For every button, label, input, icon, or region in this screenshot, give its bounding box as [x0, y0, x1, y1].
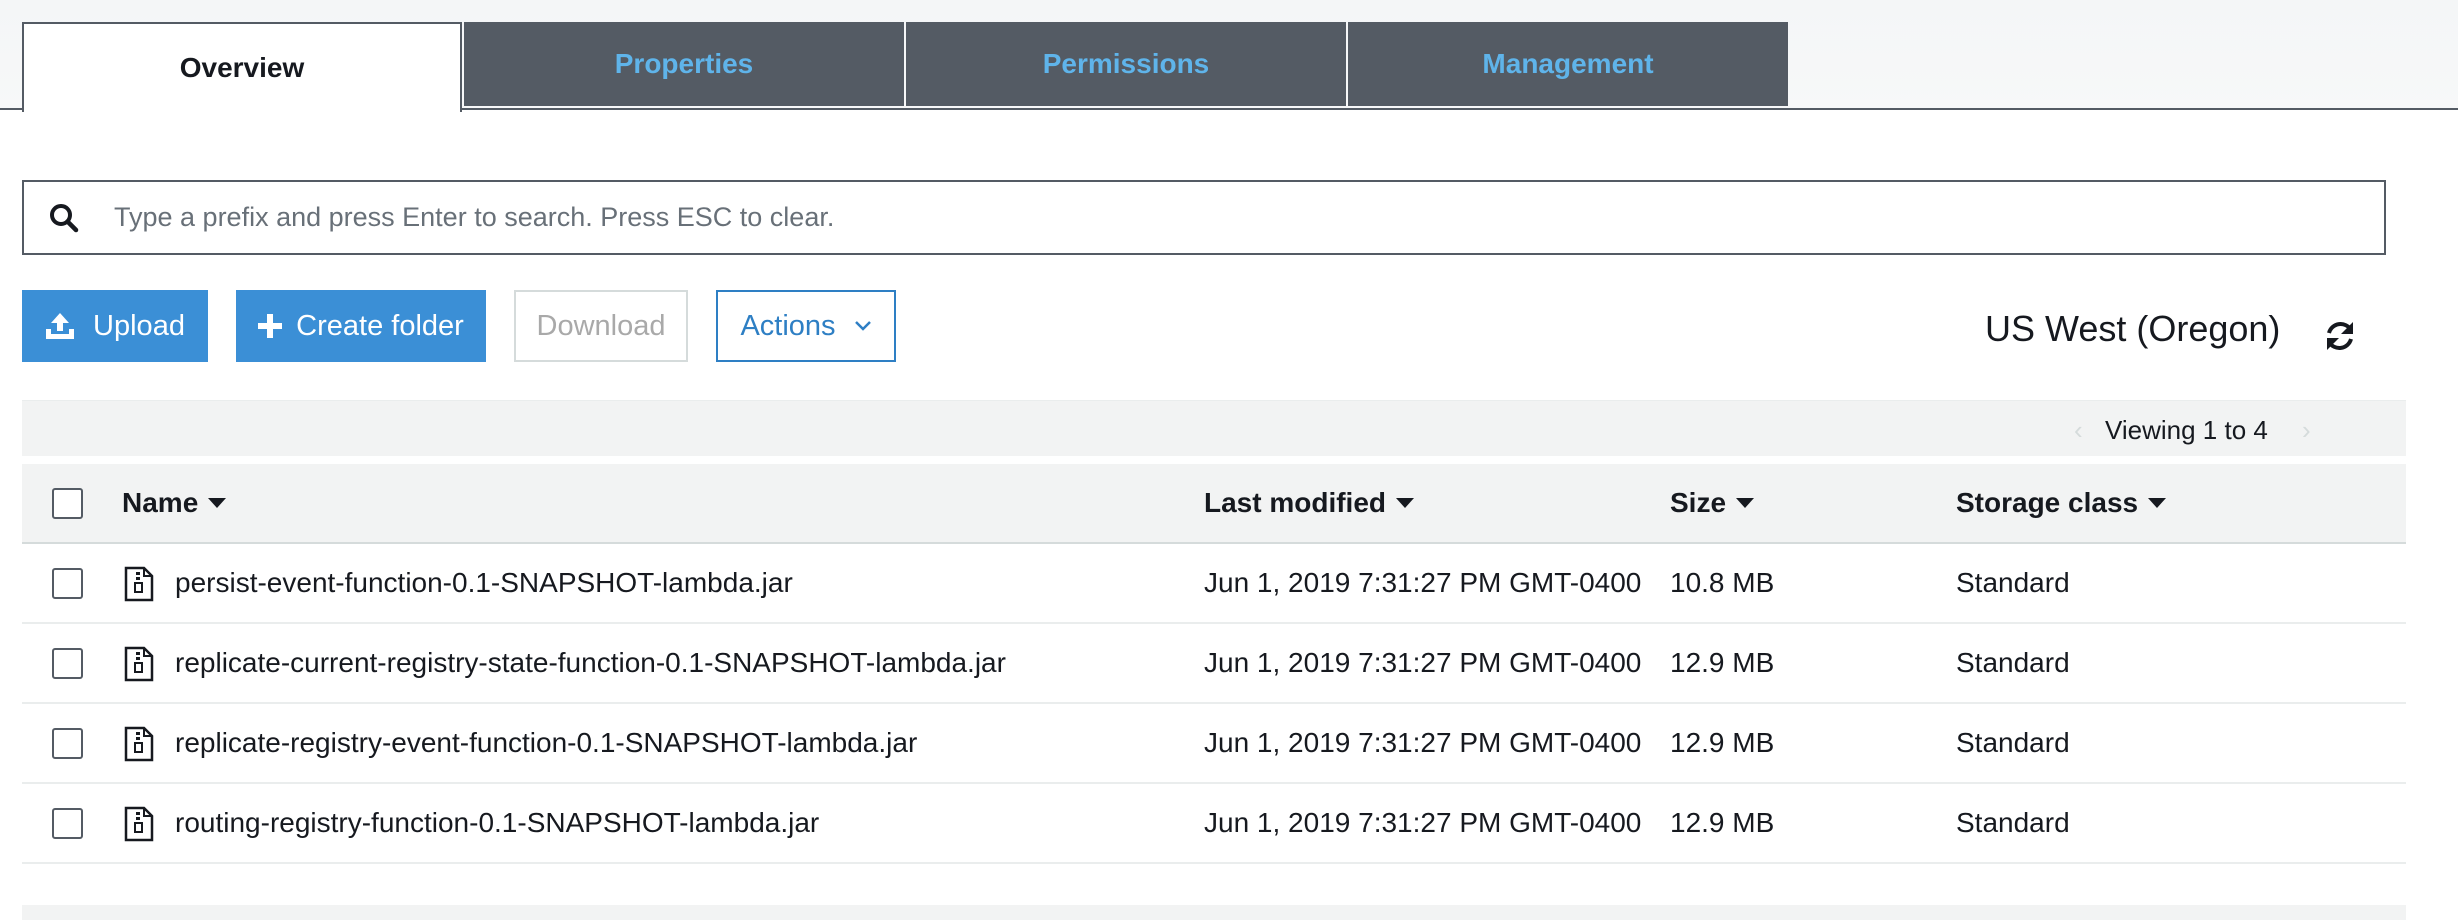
region-label: US West (Oregon)	[1985, 308, 2281, 349]
tab-management[interactable]: Management	[1348, 22, 1788, 106]
zip-file-icon	[124, 726, 154, 762]
zip-file-icon	[124, 806, 154, 842]
last-modified-cell: Jun 1, 2019 7:31:27 PM GMT-0400	[1204, 567, 1642, 598]
create-folder-button[interactable]: Create folder	[236, 290, 486, 362]
pagination-label: Viewing 1 to 4	[2105, 415, 2268, 445]
column-header-name-label: Name	[122, 487, 199, 518]
tab-properties-label: Properties	[614, 48, 754, 79]
search-bar[interactable]	[22, 180, 2386, 255]
sort-caret-icon	[2148, 498, 2167, 508]
s3-bucket-page: Overview Properties Permissions Manageme…	[0, 0, 2458, 920]
download-button-label: Download	[536, 309, 666, 342]
plus-icon	[258, 314, 283, 338]
chevron-down-icon	[854, 320, 872, 332]
refresh-icon[interactable]	[2320, 316, 2360, 356]
row-checkbox[interactable]	[52, 648, 83, 679]
column-header-storage-class-label: Storage class	[1956, 487, 2139, 518]
sort-caret-icon	[1736, 498, 1755, 508]
storage-class-cell: Standard	[1956, 807, 2070, 838]
table-row[interactable]: routing-registry-function-0.1-SNAPSHOT-l…	[22, 784, 2406, 864]
column-header-size[interactable]: Size	[1670, 487, 1755, 519]
actions-dropdown[interactable]: Actions	[716, 290, 896, 362]
size-cell: 12.9 MB	[1670, 647, 1775, 678]
size-cell: 12.9 MB	[1670, 807, 1775, 838]
tab-strip: Overview Properties Permissions Manageme…	[0, 0, 2458, 112]
zip-file-icon	[124, 566, 154, 602]
last-modified-cell: Jun 1, 2019 7:31:27 PM GMT-0400	[1204, 647, 1642, 678]
table-footer	[22, 905, 2406, 920]
tab-permissions[interactable]: Permissions	[906, 22, 1346, 106]
file-name-link[interactable]: replicate-current-registry-state-functio…	[175, 647, 1006, 679]
upload-button[interactable]: Upload	[22, 290, 208, 362]
column-header-size-label: Size	[1670, 487, 1727, 518]
last-modified-cell: Jun 1, 2019 7:31:27 PM GMT-0400	[1204, 807, 1642, 838]
next-page-button[interactable]: ›	[2302, 415, 2311, 446]
storage-class-cell: Standard	[1956, 567, 2070, 598]
zip-file-icon	[124, 646, 154, 682]
file-name-link[interactable]: routing-registry-function-0.1-SNAPSHOT-l…	[175, 807, 819, 839]
size-cell: 10.8 MB	[1670, 567, 1775, 598]
tab-overview-label: Overview	[179, 52, 305, 83]
row-checkbox[interactable]	[52, 568, 83, 599]
table-row[interactable]: persist-event-function-0.1-SNAPSHOT-lamb…	[22, 544, 2406, 624]
actions-dropdown-label: Actions	[740, 309, 836, 342]
column-header-storage-class[interactable]: Storage class	[1956, 487, 2167, 519]
tab-properties[interactable]: Properties	[464, 22, 904, 106]
search-icon	[24, 202, 104, 234]
sort-caret-icon	[208, 498, 227, 508]
file-name-link[interactable]: persist-event-function-0.1-SNAPSHOT-lamb…	[175, 567, 793, 599]
search-input[interactable]	[104, 187, 2384, 248]
tab-overview[interactable]: Overview	[22, 22, 462, 112]
size-cell: 12.9 MB	[1670, 727, 1775, 758]
upload-button-label: Upload	[93, 309, 185, 342]
pagination-bar: ‹ Viewing 1 to 4 ›	[22, 400, 2406, 456]
create-folder-button-label: Create folder	[296, 309, 464, 342]
column-header-last-modified-label: Last modified	[1204, 487, 1387, 518]
prev-page-button[interactable]: ‹	[2074, 415, 2083, 446]
column-header-name[interactable]: Name	[122, 487, 227, 519]
file-name-link[interactable]: replicate-registry-event-function-0.1-SN…	[175, 727, 917, 759]
tab-permissions-label: Permissions	[1042, 48, 1210, 79]
storage-class-cell: Standard	[1956, 647, 2070, 678]
upload-icon	[45, 312, 75, 340]
tab-management-label: Management	[1482, 48, 1654, 79]
select-all-checkbox[interactable]	[52, 488, 83, 519]
table-header: Name Last modified Size Storage class	[22, 464, 2406, 544]
objects-table: Name Last modified Size Storage class pe…	[22, 464, 2406, 864]
row-checkbox[interactable]	[52, 728, 83, 759]
table-row[interactable]: replicate-current-registry-state-functio…	[22, 624, 2406, 704]
column-header-last-modified[interactable]: Last modified	[1204, 487, 1415, 519]
last-modified-cell: Jun 1, 2019 7:31:27 PM GMT-0400	[1204, 727, 1642, 758]
storage-class-cell: Standard	[1956, 727, 2070, 758]
row-checkbox[interactable]	[52, 808, 83, 839]
table-row[interactable]: replicate-registry-event-function-0.1-SN…	[22, 704, 2406, 784]
sort-caret-icon	[1396, 498, 1415, 508]
download-button[interactable]: Download	[514, 290, 688, 362]
